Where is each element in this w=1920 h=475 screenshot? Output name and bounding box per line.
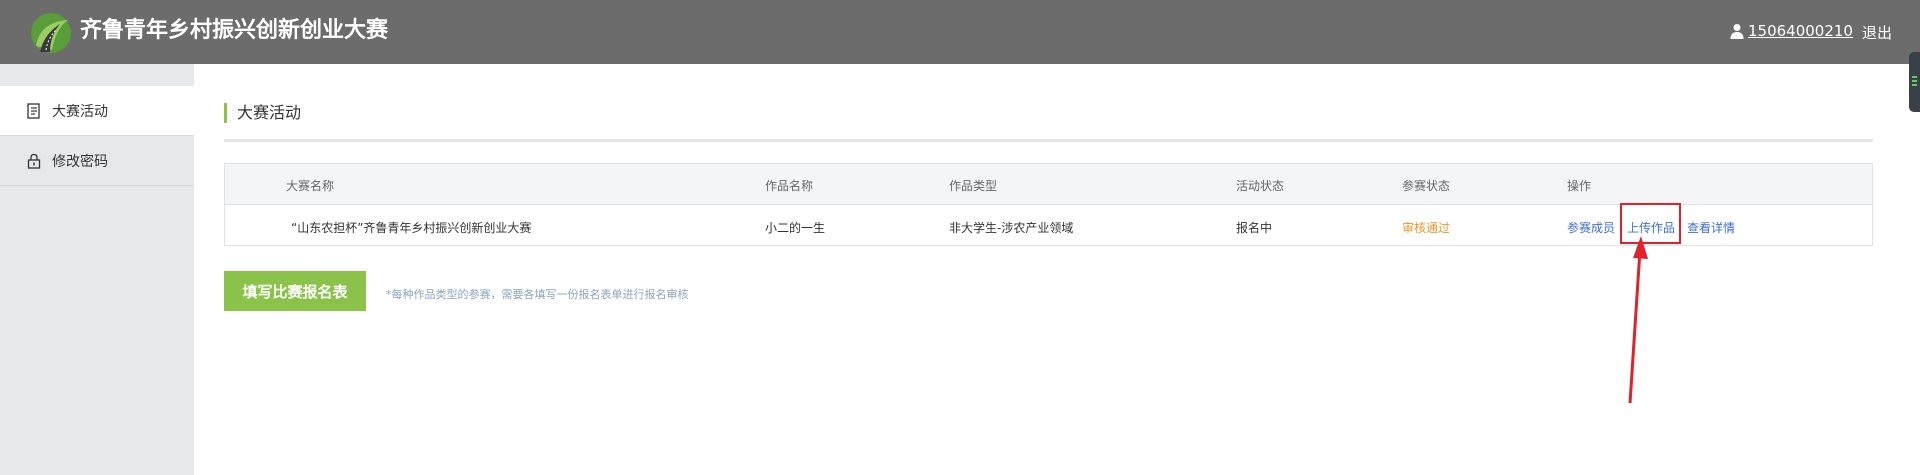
lock-icon	[27, 153, 41, 169]
sidebar: 大赛活动 修改密码	[0, 64, 194, 475]
top-header: 齐鲁青年乡村振兴创新创业大赛 15064000210 退出	[0, 0, 1920, 64]
contest-name-cell: “山东农担杯”齐鲁青年乡村振兴创新创业大赛	[291, 221, 532, 235]
document-list-icon	[27, 102, 40, 119]
user-icon	[1730, 24, 1744, 39]
registration-hint: *每种作品类型的参赛，需要各填写一份报名表单进行报名审核	[386, 288, 689, 301]
user-box: 15064000210	[1730, 21, 1853, 41]
table-header: 大赛名称 作品名称 作品类型 活动状态 参赛状态 操作	[225, 164, 1872, 205]
user-phone-link[interactable]: 15064000210	[1748, 22, 1853, 40]
column-header-work-name: 作品名称	[765, 179, 814, 193]
work-type-cell: 非大学生-涉农产业领域	[949, 221, 1074, 235]
entry-status-badge: 审核通过	[1402, 221, 1451, 235]
column-header-work-type: 作品类型	[949, 179, 998, 193]
work-name-cell: 小二的一生	[765, 221, 826, 235]
divider	[224, 139, 1873, 142]
sidebar-item-label: 大赛活动	[52, 103, 108, 120]
view-details-link[interactable]: 查看详情	[1687, 219, 1735, 236]
column-header-contest-name: 大赛名称	[286, 179, 335, 193]
site-title: 齐鲁青年乡村振兴创新创业大赛	[80, 18, 389, 43]
logout-link[interactable]: 退出	[1862, 22, 1892, 43]
leaf-road-logo[interactable]	[30, 12, 72, 54]
column-header-activity-status: 活动状态	[1236, 179, 1285, 193]
sidebar-item-change-password[interactable]: 修改密码	[0, 136, 194, 186]
section-title: 大赛活动	[224, 103, 301, 123]
column-header-actions: 操作	[1567, 179, 1592, 193]
sidebar-item-contest-activity[interactable]: 大赛活动	[0, 86, 194, 136]
fill-registration-form-button[interactable]: 填写比赛报名表	[224, 271, 366, 311]
column-header-entry-status: 参赛状态	[1402, 179, 1451, 193]
side-scroll-handle[interactable]	[1909, 52, 1920, 112]
sidebar-item-label: 修改密码	[52, 153, 108, 170]
red-annotation-arrow	[1628, 236, 1648, 404]
activity-status-cell: 报名中	[1236, 221, 1273, 235]
